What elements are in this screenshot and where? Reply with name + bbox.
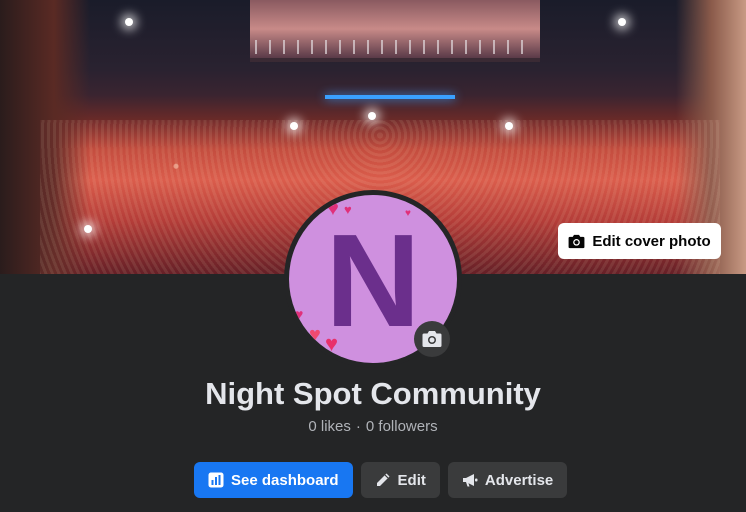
heart-icon: ♥ bbox=[327, 198, 339, 220]
camera-icon bbox=[568, 234, 585, 248]
page-stats: 0 likes · 0 followers bbox=[0, 418, 746, 435]
heart-icon: ♥ bbox=[295, 306, 304, 322]
pencil-icon bbox=[376, 473, 390, 486]
cover-spotlight bbox=[125, 18, 133, 26]
cover-stage-light bbox=[325, 95, 455, 99]
edit-cover-photo-button[interactable]: Edit cover photo bbox=[558, 223, 721, 259]
update-profile-picture-button[interactable] bbox=[414, 321, 450, 357]
see-dashboard-label: See dashboard bbox=[231, 471, 339, 489]
cover-spotlight bbox=[84, 225, 92, 233]
heart-icon: ♥ bbox=[309, 324, 321, 346]
dashboard-icon bbox=[208, 472, 224, 488]
page-title: Night Spot Community bbox=[205, 376, 541, 411]
cover-spotlight bbox=[368, 112, 376, 120]
heart-icon: ♥ bbox=[325, 331, 339, 356]
likes-count[interactable]: 0 likes bbox=[308, 418, 351, 435]
cover-spotlight bbox=[505, 122, 513, 130]
heart-icon: ♥ bbox=[405, 208, 411, 219]
advertise-label: Advertise bbox=[484, 471, 554, 489]
camera-icon bbox=[422, 331, 442, 347]
avatar-letter: N bbox=[325, 207, 421, 354]
heart-icon: ♥ bbox=[344, 202, 352, 217]
advertise-button[interactable]: Advertise bbox=[447, 462, 568, 498]
cover-balcony-rail bbox=[255, 40, 535, 54]
megaphone-icon bbox=[462, 474, 478, 487]
edit-label: Edit bbox=[397, 471, 426, 489]
page-actions: See dashboard Edit Advertise bbox=[194, 462, 568, 498]
edit-button[interactable]: Edit bbox=[360, 462, 440, 498]
see-dashboard-button[interactable]: See dashboard bbox=[194, 462, 353, 498]
cover-spotlight bbox=[290, 122, 298, 130]
stats-separator: · bbox=[355, 418, 361, 435]
edit-cover-photo-label: Edit cover photo bbox=[592, 232, 711, 250]
followers-count[interactable]: 0 followers bbox=[366, 418, 438, 435]
cover-spotlight bbox=[618, 18, 626, 26]
